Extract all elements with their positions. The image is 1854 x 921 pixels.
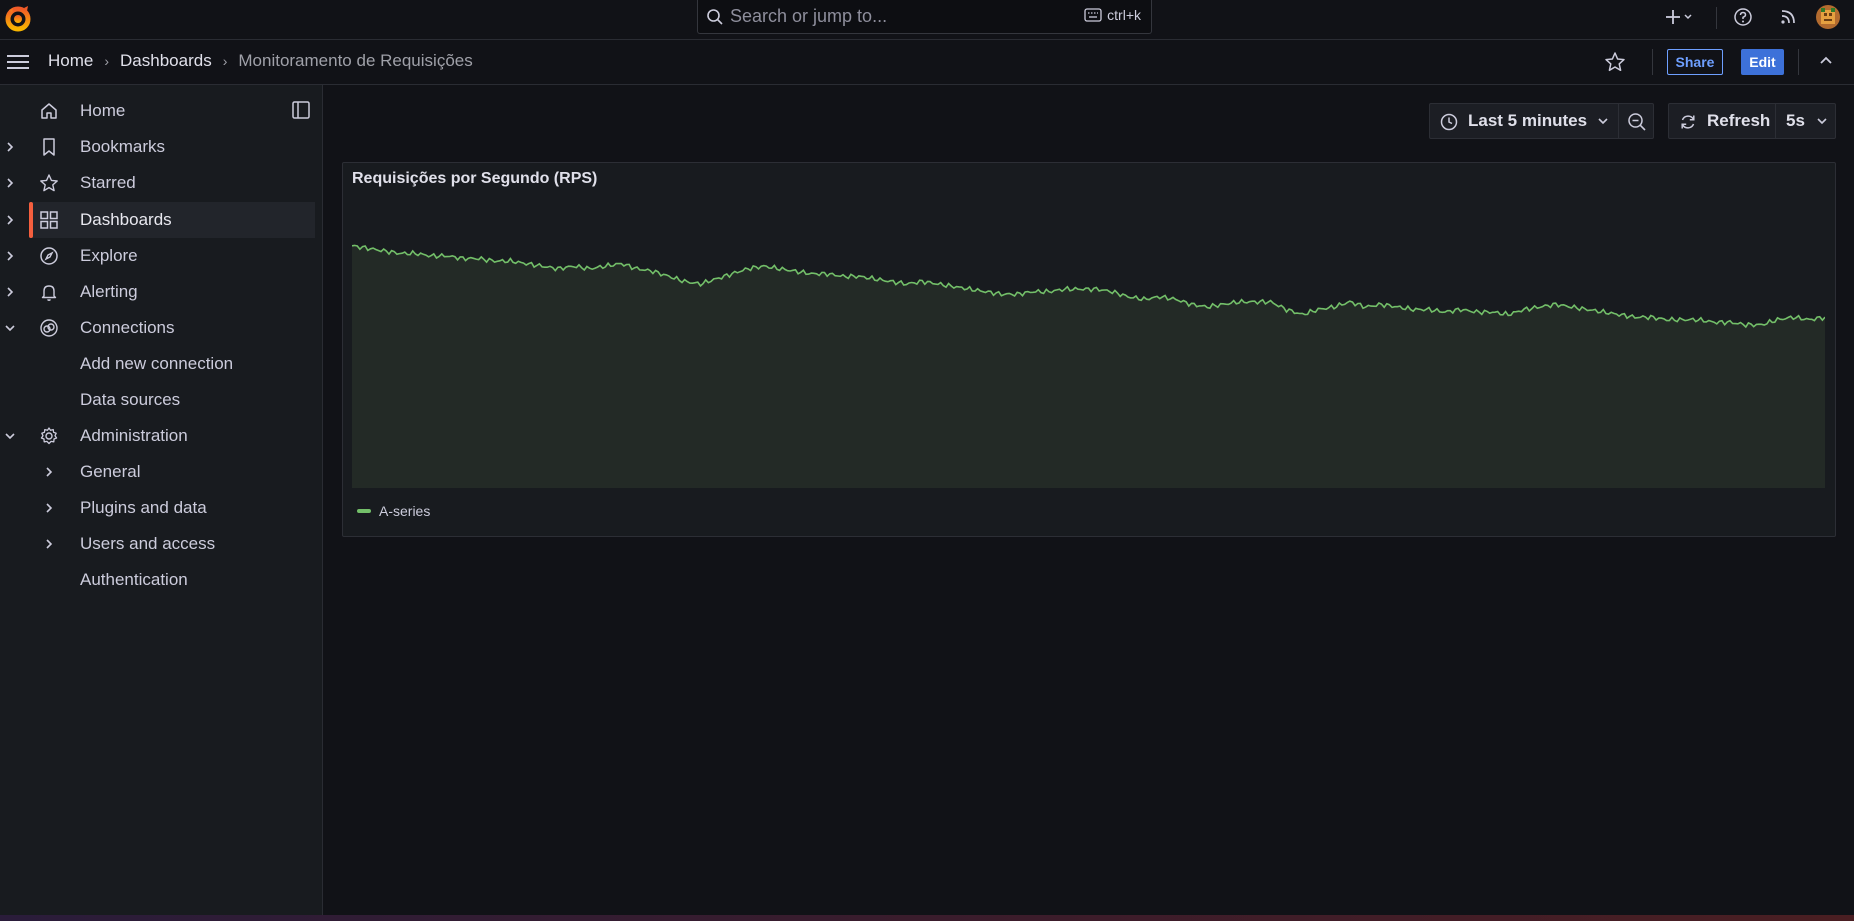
chevron-down-icon[interactable]	[4, 429, 16, 443]
sidebar-item-label: Bookmarks	[80, 137, 166, 156]
chevron-right-icon[interactable]	[43, 501, 55, 515]
new-menu-button[interactable]	[1665, 7, 1695, 27]
bottom-edge	[0, 915, 1854, 921]
chevron-right-icon[interactable]	[43, 537, 55, 551]
sidebar-item-connections[interactable]: Connections	[0, 310, 315, 346]
divider	[1798, 49, 1799, 75]
search-input[interactable]: Search or jump to... ctrl+k	[697, 0, 1152, 34]
breadcrumb-bar: Home › Dashboards › Monitoramento de Req…	[0, 40, 1854, 85]
sidebar-item-add-new-connection[interactable]: Add new connection	[0, 346, 315, 382]
panel-title[interactable]: Requisições por Segundo (RPS)	[352, 170, 597, 188]
link-icon	[40, 319, 58, 337]
sidebar-item-label: Data sources	[80, 390, 181, 409]
shortcut-label: ctrl+k	[1107, 7, 1141, 23]
sidebar-item-label: General	[80, 462, 141, 481]
sidebar-item-dashboards[interactable]: Dashboards	[7, 202, 315, 238]
sidebar-item-alerting[interactable]: Alerting	[0, 274, 315, 310]
bell-icon	[41, 285, 57, 301]
clock-icon	[1440, 113, 1458, 131]
time-range-picker[interactable]: Last 5 minutes	[1429, 103, 1619, 139]
sidebar-item-users-and-access[interactable]: Users and access	[0, 526, 315, 562]
search-icon	[707, 9, 723, 25]
sidebar-item-label: Explore	[80, 246, 138, 265]
chevron-right-icon[interactable]	[4, 249, 16, 263]
series-area-a-series	[352, 245, 1825, 488]
zoom-out-icon	[1628, 113, 1646, 131]
chevron-right-icon[interactable]	[4, 285, 16, 299]
chart-plot-area	[352, 244, 1825, 488]
sidebar: Home Bookmarks Starred Dashboards Explor…	[0, 85, 323, 921]
chevron-down-icon	[1817, 118, 1827, 125]
search-placeholder: Search or jump to...	[730, 6, 888, 26]
grafana-logo-icon[interactable]	[4, 4, 32, 32]
avatar[interactable]	[1816, 5, 1840, 29]
edit-button[interactable]: Edit	[1741, 49, 1784, 75]
timeseries-panel[interactable]: Requisições por Segundo (RPS) A-series	[342, 162, 1836, 537]
compass-icon	[40, 247, 58, 265]
sidebar-item-label: Users and access	[80, 534, 216, 553]
help-icon[interactable]	[1733, 7, 1753, 27]
rss-icon[interactable]	[1778, 7, 1798, 27]
sidebar-item-label: Alerting	[80, 282, 138, 301]
top-bar: Search or jump to... ctrl+k	[0, 0, 1854, 40]
sidebar-item-label: Home	[80, 101, 126, 120]
chevron-down-icon	[1684, 14, 1692, 20]
share-button[interactable]: Share	[1667, 49, 1723, 75]
sidebar-item-plugins-and-data[interactable]: Plugins and data	[0, 490, 315, 526]
chevron-right-icon: ›	[104, 53, 110, 69]
refresh-label: Refresh	[1707, 111, 1771, 130]
sidebar-item-general[interactable]: General	[0, 454, 315, 490]
refresh-interval-value: 5s	[1786, 111, 1805, 130]
chevron-right-icon[interactable]	[43, 465, 55, 479]
zoom-out-button[interactable]	[1618, 103, 1654, 139]
sidebar-item-label: Starred	[80, 173, 136, 192]
chevron-right-icon[interactable]	[4, 213, 16, 227]
sidebar-item-home[interactable]: Home	[0, 93, 315, 129]
active-indicator	[29, 202, 33, 238]
star-icon	[40, 174, 58, 192]
star-icon[interactable]	[1604, 51, 1626, 73]
divider	[1652, 49, 1653, 75]
menu-icon[interactable]	[7, 53, 29, 71]
breadcrumb-home[interactable]: Home	[48, 51, 93, 71]
chevron-down-icon[interactable]	[4, 321, 16, 335]
divider	[1716, 7, 1717, 29]
sync-icon	[1681, 115, 1695, 129]
chevron-right-icon: ›	[222, 53, 228, 69]
breadcrumb: Home › Dashboards › Monitoramento de Req…	[48, 51, 473, 71]
sidebar-item-label: Plugins and data	[80, 498, 207, 517]
search-shortcut: ctrl+k	[1084, 7, 1141, 23]
sidebar-item-administration[interactable]: Administration	[0, 418, 315, 454]
sidebar-item-label: Connections	[80, 318, 175, 337]
refresh-interval-select[interactable]: 5s	[1775, 103, 1836, 139]
sidebar-item-authentication[interactable]: Authentication	[0, 562, 315, 598]
chevron-right-icon[interactable]	[4, 176, 16, 190]
chevron-right-icon[interactable]	[4, 140, 16, 154]
bookmark-icon	[43, 138, 55, 156]
sidebar-item-label: Authentication	[80, 570, 188, 589]
sidebar-item-bookmarks[interactable]: Bookmarks	[0, 129, 315, 165]
chevron-down-icon	[1598, 118, 1608, 125]
legend: A-series	[357, 503, 430, 519]
refresh-button[interactable]: Refresh	[1668, 103, 1776, 139]
apps-icon	[40, 211, 58, 229]
keyboard-icon	[1084, 8, 1102, 22]
legend-swatch	[357, 509, 371, 513]
time-range-label: Last 5 minutes	[1468, 111, 1588, 130]
sidebar-item-explore[interactable]: Explore	[0, 238, 315, 274]
breadcrumb-current: Monitoramento de Requisições	[238, 51, 473, 70]
sidebar-item-data-sources[interactable]: Data sources	[0, 382, 315, 418]
legend-item-a-series[interactable]: A-series	[379, 503, 430, 519]
sidebar-item-label: Dashboards	[80, 210, 172, 229]
home-icon	[41, 103, 57, 119]
chevron-up-icon[interactable]	[1818, 52, 1834, 68]
sidebar-item-starred[interactable]: Starred	[0, 165, 315, 201]
sidebar-item-label: Add new connection	[80, 354, 234, 373]
sidebar-item-label: Administration	[80, 426, 188, 445]
gear-icon	[40, 427, 58, 445]
breadcrumb-dashboards[interactable]: Dashboards	[120, 51, 212, 71]
